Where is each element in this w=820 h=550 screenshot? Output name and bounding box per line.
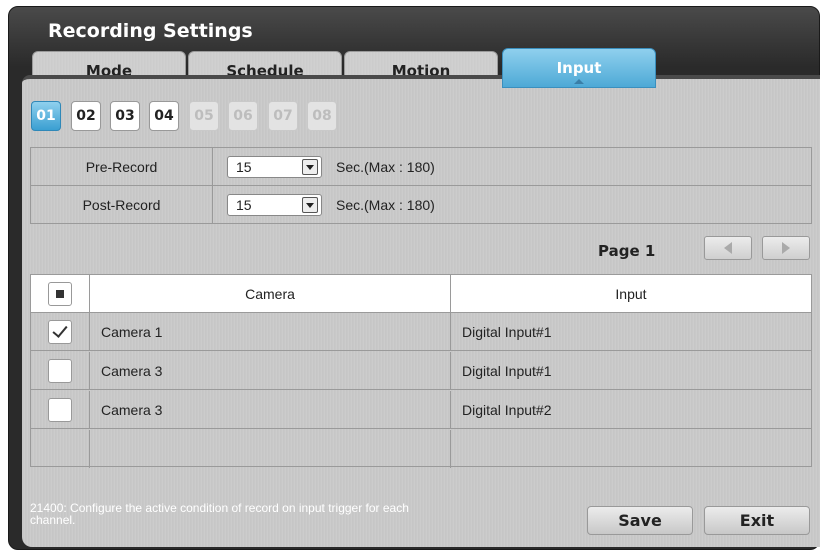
chevron-down-icon[interactable] [302,159,318,175]
record-settings-table: Pre-Record 15 Sec.(Max : 180) Post-Recor… [30,147,812,224]
input-cell: Digital Input#1 [462,323,552,340]
post-record-label: Post-Record [31,186,213,224]
input-column-header: Input [615,285,647,302]
table-header-row: Camera Input [31,275,811,313]
window-title: Recording Settings [48,20,253,42]
pre-record-unit: Sec.(Max : 180) [336,158,435,175]
channel-01-button[interactable]: 01 [31,101,61,131]
next-page-button[interactable] [762,236,810,260]
tab-input[interactable]: Input [502,48,656,88]
camera-cell: Camera 3 [90,391,451,428]
input-cell: Digital Input#1 [462,362,552,379]
pre-record-value: 15 [236,159,252,175]
pre-record-select[interactable]: 15 [227,156,322,178]
exit-button[interactable]: Exit [704,506,810,535]
channel-07-button: 07 [268,101,298,131]
table-row-empty [31,430,811,468]
input-cell: Digital Input#2 [462,401,552,418]
chevron-left-icon [724,242,732,254]
pre-record-label: Pre-Record [31,148,213,185]
chevron-down-icon[interactable] [302,197,318,213]
table-row: Camera 3 Digital Input#2 [31,391,811,429]
select-all-checkbox[interactable] [48,281,72,306]
page-indicator: Page 1 [598,242,656,260]
row-checkbox[interactable] [48,319,72,344]
pre-record-row: Pre-Record 15 Sec.(Max : 180) [31,148,811,186]
channel-05-button: 05 [189,101,219,131]
channel-06-button: 06 [228,101,258,131]
table-row: Camera 3 Digital Input#1 [31,352,811,390]
camera-cell: Camera 1 [90,313,451,350]
table-row: Camera 1 Digital Input#1 [31,313,811,351]
row-checkbox[interactable] [48,358,72,383]
row-checkbox[interactable] [48,397,72,422]
camera-column-header: Camera [90,275,451,312]
post-record-row: Post-Record 15 Sec.(Max : 180) [31,186,811,224]
camera-input-table: Camera Input Camera 1 Digital Input#1 Ca… [30,274,812,468]
post-record-select[interactable]: 15 [227,194,322,216]
channel-02-button[interactable]: 02 [71,101,101,131]
channel-04-button[interactable]: 04 [149,101,179,131]
channel-08-button: 08 [307,101,337,131]
save-button[interactable]: Save [587,506,693,535]
camera-cell: Camera 3 [90,352,451,389]
chevron-right-icon [782,242,790,254]
prev-page-button[interactable] [704,236,752,260]
post-record-unit: Sec.(Max : 180) [336,197,435,213]
channel-03-button[interactable]: 03 [110,101,140,131]
help-text: 21400: Configure the active condition of… [30,501,409,527]
post-record-value: 15 [236,197,252,213]
